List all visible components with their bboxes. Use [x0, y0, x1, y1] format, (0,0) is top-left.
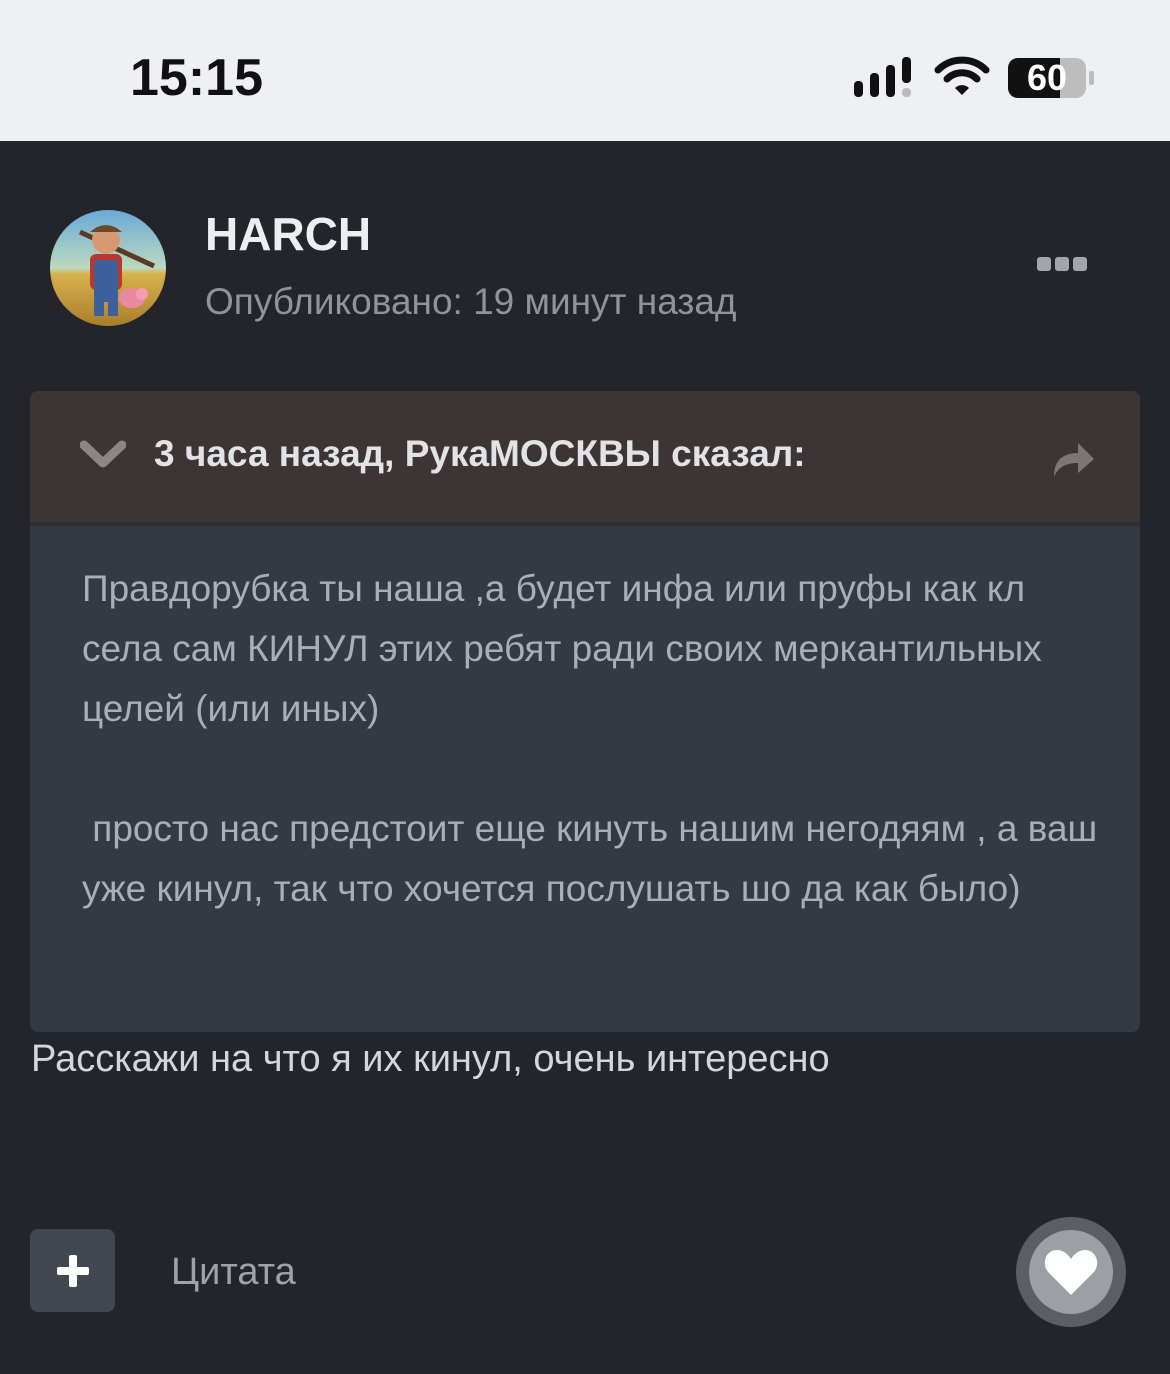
chevron-down-icon[interactable] [80, 439, 126, 471]
share-icon[interactable] [1050, 439, 1096, 479]
signal-icon [854, 57, 911, 97]
quote-header[interactable]: 3 часа назад, РукаМОСКВЫ сказал: [30, 391, 1140, 526]
author-name[interactable]: HARCH [205, 207, 371, 261]
quote-paragraph-2: просто нас предстоит еще кинуть нашим не… [82, 808, 1108, 909]
quote-paragraph-1: Правдорубка ты наша ,а будет инфа или пр… [82, 568, 1052, 729]
battery-level: 60 [1026, 57, 1068, 98]
quote-button[interactable]: Цитата [171, 1251, 296, 1294]
heart-icon [1044, 1250, 1098, 1295]
quote-block: 3 часа назад, РукаМОСКВЫ сказал: Правдор… [30, 391, 1140, 1032]
quote-text: Правдорубка ты наша ,а будет инфа или пр… [82, 559, 1102, 919]
more-dots-icon[interactable] [1036, 254, 1088, 274]
post-screen: HARCH Опубликовано: 19 минут назад 3 час… [0, 141, 1170, 1374]
farmer-avatar [50, 210, 166, 326]
add-button[interactable] [30, 1229, 115, 1312]
status-time: 15:15 [130, 49, 263, 107]
wifi-icon [934, 56, 990, 95]
like-button[interactable] [1016, 1217, 1126, 1327]
published-time: Опубликовано: 19 минут назад [205, 281, 737, 322]
post-body: Расскажи на что я их кинул, очень интере… [31, 1038, 830, 1080]
author-avatar[interactable] [50, 210, 166, 326]
plus-icon [56, 1254, 89, 1287]
status-bar: 15:15 60 [0, 0, 1170, 141]
quote-citation: 3 часа назад, РукаМОСКВЫ сказал: [154, 433, 806, 474]
like-button-inner [1029, 1230, 1113, 1314]
